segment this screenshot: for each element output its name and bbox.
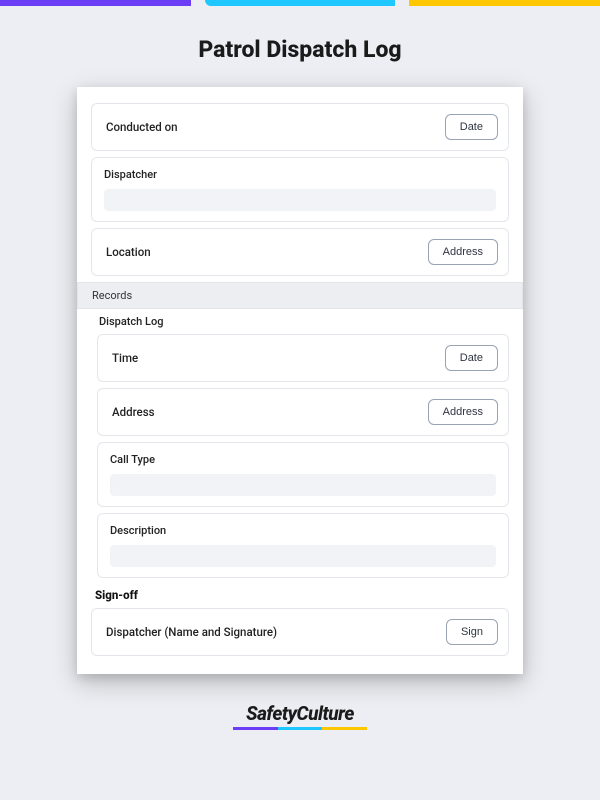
dispatcher-input[interactable] bbox=[104, 189, 496, 211]
brand-underline bbox=[233, 727, 367, 730]
page-title: Patrol Dispatch Log bbox=[0, 36, 600, 63]
field-dispatcher-signature: Dispatcher (Name and Signature) Sign bbox=[91, 608, 509, 656]
dispatcher-sig-label: Dispatcher (Name and Signature) bbox=[106, 625, 277, 639]
dispatcher-label: Dispatcher bbox=[104, 168, 496, 181]
field-address: Address Address bbox=[97, 388, 509, 436]
signoff-section-header: Sign-off bbox=[95, 588, 523, 602]
address-button[interactable]: Address bbox=[428, 239, 498, 265]
address-label: Address bbox=[112, 405, 155, 419]
field-description: Description bbox=[97, 513, 509, 578]
footer-brand: SafetyCulture bbox=[0, 702, 600, 730]
brand-logo-text: SafetyCulture bbox=[0, 702, 600, 725]
call-type-input[interactable] bbox=[110, 474, 496, 496]
address-address-button[interactable]: Address bbox=[428, 399, 498, 425]
header-accent-bar bbox=[0, 0, 600, 6]
call-type-label: Call Type bbox=[110, 453, 496, 466]
field-conducted-on: Conducted on Date bbox=[91, 103, 509, 151]
sign-button[interactable]: Sign bbox=[446, 619, 498, 645]
date-button[interactable]: Date bbox=[445, 114, 498, 140]
records-section-header: Records bbox=[77, 282, 523, 309]
field-dispatcher: Dispatcher bbox=[91, 157, 509, 222]
field-call-type: Call Type bbox=[97, 442, 509, 507]
form-card: Conducted on Date Dispatcher Location Ad… bbox=[77, 87, 523, 674]
field-location: Location Address bbox=[91, 228, 509, 276]
location-label: Location bbox=[106, 245, 151, 259]
time-date-button[interactable]: Date bbox=[445, 345, 498, 371]
time-label: Time bbox=[112, 351, 138, 365]
description-input[interactable] bbox=[110, 545, 496, 567]
field-time: Time Date bbox=[97, 334, 509, 382]
conducted-on-label: Conducted on bbox=[106, 120, 178, 134]
description-label: Description bbox=[110, 524, 496, 537]
dispatch-log-subheader: Dispatch Log bbox=[99, 315, 523, 328]
